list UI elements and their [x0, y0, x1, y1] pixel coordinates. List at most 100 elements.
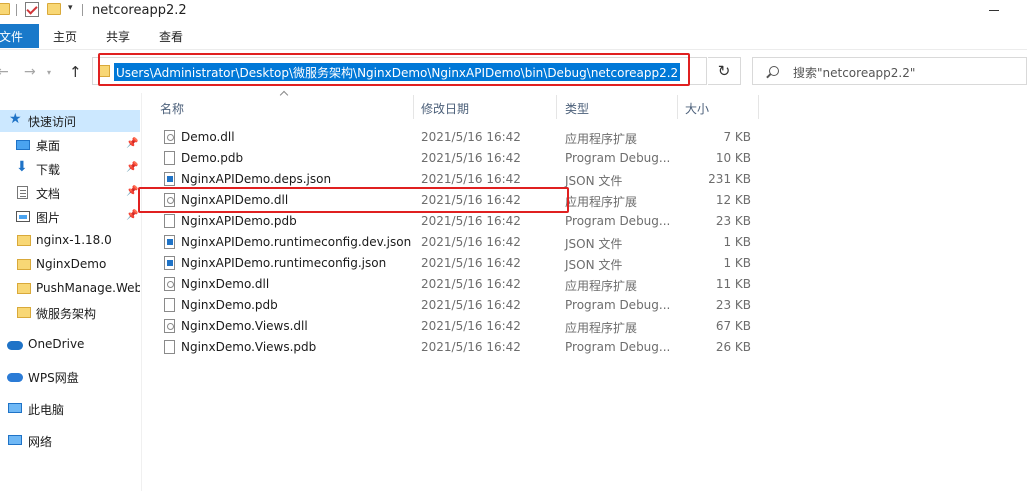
dll-file-icon — [164, 130, 175, 144]
cloud-icon — [7, 341, 23, 350]
sidebar-item-label: 网络 — [28, 435, 53, 449]
tab-home[interactable]: 主页 — [53, 28, 77, 45]
file-row[interactable]: NginxAPIDemo.runtimeconfig.dev.json 2021/… — [157, 232, 757, 253]
up-arrow-icon[interactable]: ↑ — [69, 63, 82, 81]
tab-file[interactable]: 文件 — [0, 24, 39, 48]
pane-divider — [141, 93, 142, 491]
back-arrow-icon[interactable]: ← — [0, 64, 9, 80]
tab-view[interactable]: 查看 — [159, 28, 183, 45]
file-row[interactable]: NginxDemo.dll 2021/5/16 16:42 应用程序扩展 11 KB — [157, 274, 757, 295]
dll-file-icon — [164, 319, 175, 333]
sidebar-item-label: 桌面 — [36, 139, 61, 153]
file-name: NginxAPIDemo.deps.json — [181, 172, 332, 186]
sidebar-item-quick-access[interactable]: ★ 快速访问 — [0, 110, 140, 132]
sidebar-item-network[interactable]: 网络 — [0, 430, 140, 452]
sidebar-item-label: 下载 — [36, 163, 61, 177]
sidebar-item-label: OneDrive — [28, 337, 85, 351]
star-icon: ★ — [9, 111, 22, 127]
column-header-type[interactable]: 类型 — [565, 100, 589, 116]
file-type: 应用程序扩展 — [565, 279, 638, 293]
sidebar-item-label: WPS网盘 — [28, 371, 79, 385]
file-name: NginxAPIDemo.dll — [181, 193, 289, 207]
minimize-button[interactable] — [989, 10, 999, 11]
column-header-name[interactable]: 名称 — [160, 100, 184, 116]
file-row[interactable]: Demo.dll 2021/5/16 16:42 应用程序扩展 7 KB — [157, 127, 757, 148]
file-row[interactable]: NginxAPIDemo.runtimeconfig.json 2021/5/16… — [157, 253, 757, 274]
network-icon — [8, 435, 22, 445]
folder-icon — [17, 307, 31, 318]
address-bar[interactable]: Users\Administrator\Desktop\微服务架构\NginxD… — [92, 57, 792, 85]
column-divider[interactable] — [677, 95, 678, 119]
json-file-icon — [164, 172, 175, 186]
file-size: 11 KB — [715, 277, 751, 291]
sidebar-item-documents[interactable]: 文档 📌 — [0, 182, 140, 204]
file-row[interactable]: NginxDemo.Views.pdb 2021/5/16 16:42 Progra… — [157, 337, 757, 358]
title-separator — [82, 4, 83, 16]
column-divider[interactable] — [758, 95, 759, 119]
wps-cloud-icon — [7, 373, 23, 382]
file-name: NginxDemo.Views.dll — [181, 319, 308, 333]
sidebar-item-pushmanage[interactable]: PushManage.Web — [0, 278, 140, 300]
properties-icon[interactable] — [25, 2, 39, 17]
pin-icon: 📌 — [126, 162, 139, 173]
sidebar-item-pictures[interactable]: 图片 📌 — [0, 206, 140, 228]
file-row[interactable]: NginxAPIDemo.pdb 2021/5/16 16:42 Program D… — [157, 211, 757, 232]
file-type: 应用程序扩展 — [565, 321, 638, 335]
file-row[interactable]: NginxDemo.Views.dll 2021/5/16 16:42 应用程序扩展… — [157, 316, 757, 337]
sidebar-item-label: nginx-1.18.0 — [36, 233, 112, 247]
file-type: Program Debug... — [565, 151, 671, 165]
title-bar: ▾ netcoreapp2.2 — [0, 0, 1027, 22]
recent-locations-chevron-icon[interactable]: ▾ — [47, 68, 51, 77]
sidebar-item-nginx[interactable]: nginx-1.18.0 — [0, 230, 140, 252]
json-file-icon — [164, 235, 175, 249]
file-date: 2021/5/16 16:42 — [421, 277, 521, 291]
file-size: 23 KB — [715, 214, 751, 228]
sidebar-item-label: 此电脑 — [28, 403, 65, 417]
file-date: 2021/5/16 16:42 — [421, 298, 521, 312]
file-date: 2021/5/16 16:42 — [421, 172, 521, 186]
dll-file-icon — [164, 193, 175, 207]
file-row[interactable]: NginxAPIDemo.dll 2021/5/16 16:42 应用程序扩展 12 … — [157, 190, 757, 211]
file-size: 231 KB — [708, 172, 751, 186]
tab-share[interactable]: 共享 — [106, 28, 130, 45]
pin-icon: 📌 — [126, 186, 139, 197]
file-type: 应用程序扩展 — [565, 132, 638, 146]
file-size: 1 KB — [723, 235, 751, 249]
sidebar-item-nginxdemo[interactable]: NginxDemo — [0, 254, 140, 276]
file-row[interactable]: NginxDemo.pdb 2021/5/16 16:42 Program Debu… — [157, 295, 757, 316]
sidebar-item-onedrive[interactable]: OneDrive — [0, 334, 140, 356]
new-folder-icon[interactable] — [47, 3, 61, 15]
file-row[interactable]: Demo.pdb 2021/5/16 16:42 Program Debug... 1… — [157, 148, 757, 169]
file-type: Program Debug... — [565, 214, 671, 228]
column-header-date[interactable]: 修改日期 — [421, 100, 469, 116]
column-divider[interactable] — [556, 95, 557, 119]
refresh-button[interactable]: ↻ — [708, 57, 741, 85]
file-name: NginxAPIDemo.pdb — [181, 214, 297, 228]
quick-access-toolbar-dropdown[interactable]: ▾ — [68, 3, 73, 13]
sidebar-item-this-pc[interactable]: 此电脑 — [0, 398, 140, 420]
forward-arrow-icon[interactable]: → — [24, 64, 36, 80]
column-header-size[interactable]: 大小 — [685, 100, 709, 116]
address-path[interactable]: Users\Administrator\Desktop\微服务架构\NginxD… — [114, 63, 681, 81]
file-size: 67 KB — [715, 319, 751, 333]
sidebar-item-label: NginxDemo — [36, 257, 107, 271]
sidebar-item-wps-cloud[interactable]: WPS网盘 — [0, 366, 140, 388]
sidebar-item-desktop[interactable]: 桌面 📌 — [0, 134, 140, 156]
file-date: 2021/5/16 16:42 — [421, 151, 521, 165]
file-type: Program Debug... — [565, 298, 671, 312]
file-row[interactable]: NginxAPIDemo.deps.json 2021/5/16 16:42 JSO… — [157, 169, 757, 190]
file-type: 应用程序扩展 — [565, 195, 638, 209]
file-date: 2021/5/16 16:42 — [421, 214, 521, 228]
file-name: NginxDemo.dll — [181, 277, 270, 291]
sidebar-item-downloads[interactable]: ⬇ 下载 📌 — [0, 158, 140, 180]
search-input[interactable]: 搜索"netcoreapp2.2" — [752, 57, 1027, 85]
json-file-icon — [164, 256, 175, 270]
file-icon — [164, 151, 175, 165]
file-size: 12 KB — [715, 193, 751, 207]
file-icon — [164, 214, 175, 228]
sidebar-item-microservices[interactable]: 微服务架构 — [0, 302, 140, 324]
column-divider[interactable] — [413, 95, 414, 119]
file-date: 2021/5/16 16:42 — [421, 235, 521, 249]
folder-icon — [0, 3, 10, 15]
file-size: 7 KB — [723, 130, 751, 144]
